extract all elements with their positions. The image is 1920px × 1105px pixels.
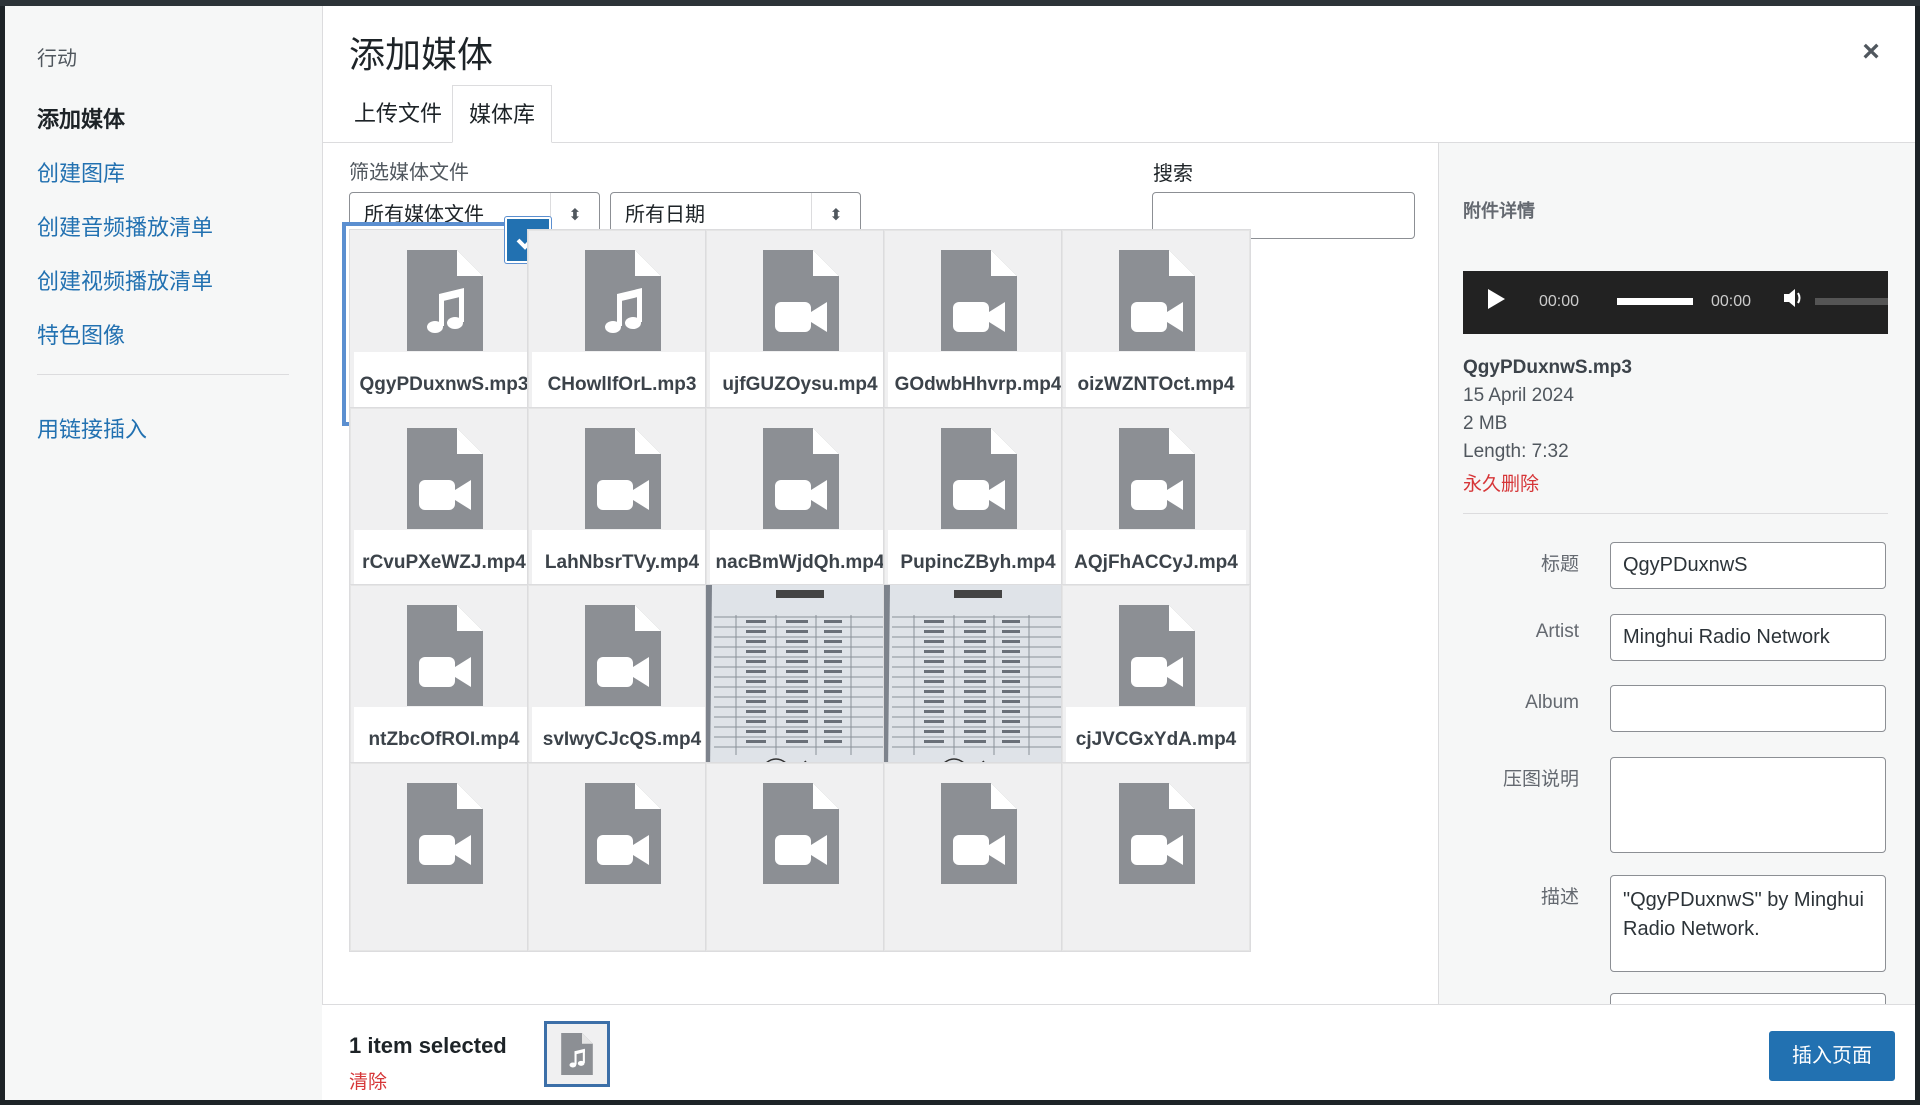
menu-item-audio-playlist[interactable]: 创建音频播放清单 [37, 210, 213, 242]
video-file-icon [763, 428, 839, 529]
tab-media-library[interactable]: 媒体库 [452, 85, 553, 143]
attachment-video[interactable]: AQjFhACCyJ.mp4 [1061, 407, 1251, 597]
attachment-video[interactable] [705, 762, 895, 952]
title-field[interactable] [1610, 542, 1886, 589]
details-heading: 附件详情 [1463, 201, 1535, 221]
close-button[interactable]: × [1853, 34, 1889, 70]
attachment-video[interactable]: rCvuPXeWZJ.mp4 [349, 407, 539, 597]
video-file-icon [407, 605, 483, 706]
video-file-icon [763, 783, 839, 884]
attachment-video[interactable]: ntZbcOfROI.mp4 [349, 584, 539, 774]
menu-item-featured-image[interactable]: 特色图像 [37, 318, 125, 350]
video-file-icon [407, 783, 483, 884]
description-field[interactable]: "QgyPDuxnwS" by Minghui Radio Network. [1610, 875, 1886, 972]
attachment-video[interactable] [527, 762, 717, 952]
volume-slider[interactable] [1815, 298, 1888, 305]
description-label: 描述 [1540, 887, 1579, 908]
attachment-video[interactable] [349, 762, 539, 952]
media-toolbar: 1 item selected 清除 插入页面 [322, 1004, 1915, 1100]
modal-title: 添加媒体 [349, 34, 494, 75]
attachment-video[interactable]: oizWZNTOct.mp4 [1061, 229, 1251, 419]
attachment-image[interactable] [705, 584, 895, 774]
attachments-grid: QgyPDuxnwS.mp3 CHowlIfOrL.mp3 ujfGUZOysu.m… [322, 143, 1438, 1004]
menu-item-add-media[interactable]: 添加媒体 [37, 102, 125, 134]
video-file-icon [585, 783, 661, 884]
audio-player: 00:00 00:00 [1463, 271, 1888, 334]
selection-count: 1 item selected [349, 1033, 507, 1058]
menu-item-create-gallery[interactable]: 创建图库 [37, 156, 125, 188]
attachment-video[interactable]: ujfGUZOysu.mp4 [705, 229, 895, 419]
details-date: 15 April 2024 [1463, 385, 1574, 406]
attachment-video[interactable]: nacBmWjdQh.mp4 [705, 407, 895, 597]
video-file-icon [1119, 605, 1195, 706]
menu-heading: 行动 [37, 48, 77, 70]
details-size: 2 MB [1463, 413, 1508, 434]
caption-label: 压图说明 [1502, 769, 1579, 790]
details-length: Length: 7:32 [1463, 441, 1569, 462]
attachment-video[interactable]: GOdwbHhvrp.mp4 [883, 229, 1073, 419]
details-filename: QgyPDuxnwS.mp3 [1463, 357, 1632, 378]
selected-thumbnail[interactable] [544, 1021, 610, 1087]
clear-selection-link[interactable]: 清除 [349, 1067, 387, 1094]
artist-field[interactable] [1610, 614, 1886, 661]
insert-into-page-button[interactable]: 插入页面 [1769, 1031, 1895, 1081]
volume-icon[interactable] [1782, 287, 1806, 314]
video-file-icon [1119, 783, 1195, 884]
score-sheet-photo [706, 585, 894, 773]
progress-bar[interactable] [1617, 298, 1693, 305]
attachment-audio[interactable]: CHowlIfOrL.mp3 [527, 229, 717, 419]
video-file-icon [1119, 250, 1195, 351]
attachment-details: 附件详情 00:00 00:00 QgyPDuxnwS.mp3 15 April… [1438, 143, 1915, 1013]
video-file-icon [585, 605, 661, 706]
play-icon[interactable] [1485, 287, 1507, 316]
attachment-video[interactable] [883, 762, 1073, 952]
video-file-icon [407, 428, 483, 529]
attachment-video[interactable]: PupincZByh.mp4 [883, 407, 1073, 597]
details-separator [1463, 513, 1888, 514]
video-file-icon [585, 428, 661, 529]
audio-file-icon [407, 250, 483, 351]
attachment-video[interactable]: svIwyCJcQS.mp4 [527, 584, 717, 774]
attachment-video[interactable] [1061, 762, 1251, 952]
media-menu: 行动 添加媒体 创建图库 创建音频播放清单 创建视频播放清单 特色图像 用链接插… [5, 6, 323, 1100]
audio-file-icon [585, 250, 661, 351]
duration: 00:00 [1711, 293, 1752, 310]
attachment-image[interactable] [883, 584, 1073, 774]
video-file-icon [941, 428, 1017, 529]
menu-item-video-playlist[interactable]: 创建视频播放清单 [37, 264, 213, 296]
close-icon: × [1862, 35, 1880, 68]
audio-file-icon [561, 1033, 593, 1075]
media-modal: 行动 添加媒体 创建图库 创建音频播放清单 创建视频播放清单 特色图像 用链接插… [5, 6, 1915, 1100]
caption-field[interactable] [1610, 757, 1886, 853]
menu-separator [37, 374, 289, 375]
video-file-icon [941, 250, 1017, 351]
score-sheet-photo [884, 585, 1072, 773]
delete-permanently-link[interactable]: 永久删除 [1463, 469, 1539, 496]
artist-label: Artist [1535, 621, 1579, 642]
attachment-video[interactable]: cjJVCGxYdA.mp4 [1061, 584, 1251, 774]
video-file-icon [763, 250, 839, 351]
current-time: 00:00 [1539, 293, 1580, 310]
album-field[interactable] [1610, 685, 1886, 732]
album-label: Album [1525, 692, 1579, 713]
menu-item-insert-from-url[interactable]: 用链接插入 [37, 412, 147, 444]
video-file-icon [1119, 428, 1195, 529]
title-label: 标题 [1540, 554, 1579, 575]
video-file-icon [941, 783, 1017, 884]
tab-upload-files[interactable]: 上传文件 [338, 85, 458, 143]
attachment-video[interactable]: LahNbsrTVy.mp4 [527, 407, 717, 597]
